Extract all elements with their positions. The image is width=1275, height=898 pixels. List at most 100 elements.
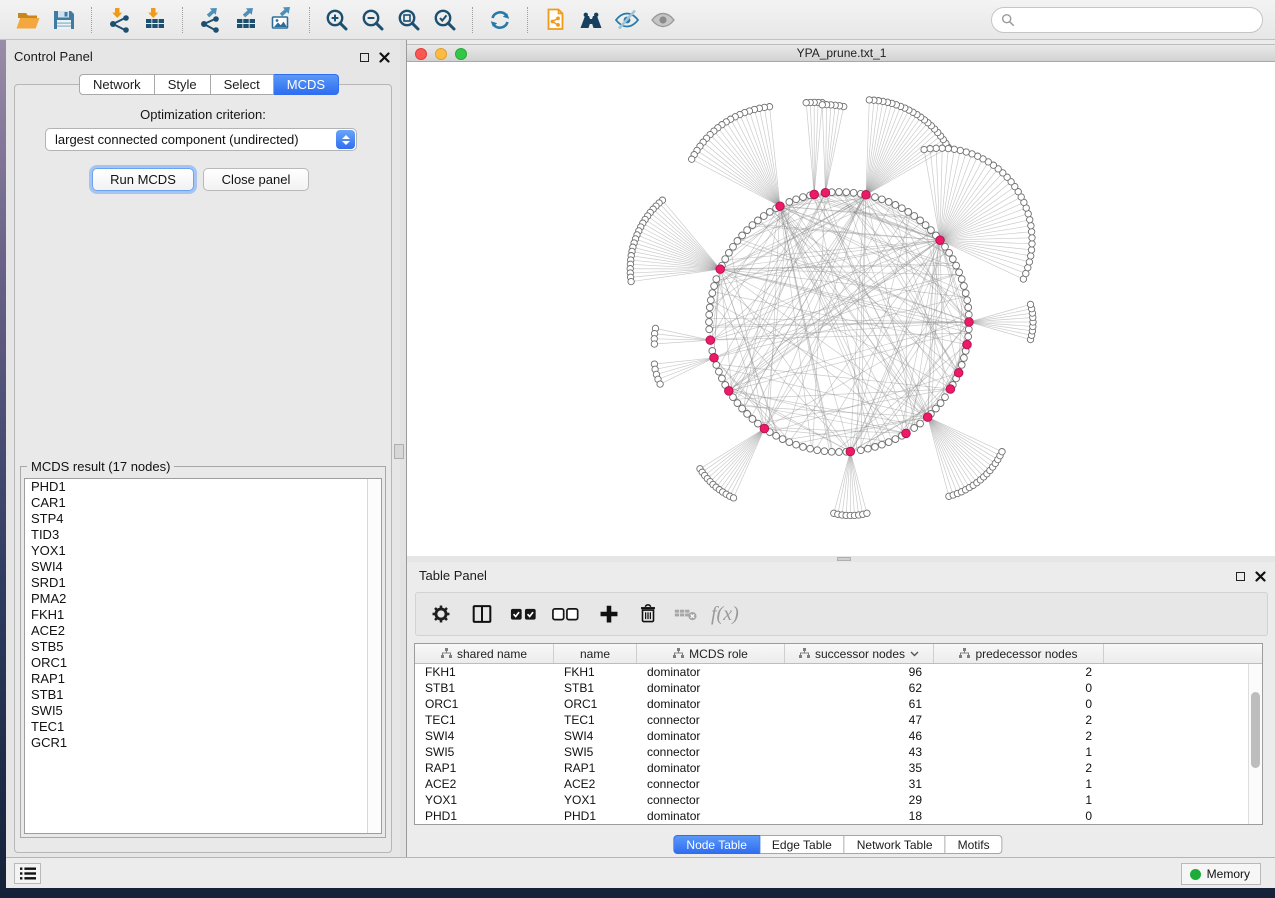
column-header-name[interactable]: name <box>554 644 637 663</box>
result-node-item[interactable]: RAP1 <box>25 671 381 687</box>
table-panel: Table Panel f(x) shared name name MCDS rol… <box>407 562 1275 857</box>
hide-selected-button[interactable] <box>612 5 642 35</box>
search-icon <box>1001 13 1015 27</box>
table-cell: SWI5 <box>554 744 637 760</box>
control-tab-select[interactable]: Select <box>211 74 274 95</box>
control-tab-style[interactable]: Style <box>155 74 211 95</box>
memory-button[interactable]: Memory <box>1181 863 1261 885</box>
control-panel: Control Panel NetworkStyleSelectMCDS Opt… <box>6 40 400 857</box>
result-node-item[interactable]: FKH1 <box>25 607 381 623</box>
delete-columns-button[interactable] <box>637 601 659 627</box>
scrollbar-thumb[interactable] <box>1251 692 1260 768</box>
tab-edge-table[interactable]: Edge Table <box>760 835 845 854</box>
column-header-predecessor-nodes[interactable]: predecessor nodes <box>934 644 1104 663</box>
network-canvas[interactable] <box>407 62 1275 556</box>
table-row[interactable]: SWI4SWI4dominator462 <box>415 728 1262 744</box>
optimization-criterion-dropdown[interactable]: largest connected component (undirected) <box>45 128 357 151</box>
clone-network-button[interactable] <box>540 5 570 35</box>
result-node-item[interactable]: STB1 <box>25 687 381 703</box>
create-column-button[interactable] <box>598 601 620 627</box>
close-panel-button[interactable]: Close panel <box>203 168 309 191</box>
mcds-result-title: MCDS result (17 nodes) <box>27 459 174 474</box>
select-all-rows-button[interactable] <box>510 601 538 627</box>
close-traffic-light-icon[interactable] <box>415 48 427 60</box>
result-node-item[interactable]: PMA2 <box>25 591 381 607</box>
table-row[interactable]: STB1STB1dominator620 <box>415 680 1262 696</box>
maximize-traffic-light-icon[interactable] <box>455 48 467 60</box>
search-input[interactable] <box>1021 12 1253 27</box>
mcds-result-list[interactable]: PHD1CAR1STP4TID3YOX1SWI4SRD1PMA2FKH1ACE2… <box>24 478 382 834</box>
splitter-grip-icon[interactable] <box>394 444 404 459</box>
column-header-successor-nodes[interactable]: successor nodes <box>785 644 934 663</box>
network-graph[interactable] <box>407 62 1275 556</box>
export-network-button[interactable] <box>195 5 225 35</box>
splitter-grip-icon[interactable] <box>837 557 851 561</box>
table-settings-button[interactable] <box>430 601 452 627</box>
result-node-item[interactable]: GCR1 <box>25 735 381 751</box>
table-panel-close-button[interactable] <box>1254 570 1267 583</box>
result-node-item[interactable]: CAR1 <box>25 495 381 511</box>
show-column-panel-button[interactable] <box>470 601 494 627</box>
result-node-item[interactable]: STP4 <box>25 511 381 527</box>
table-row[interactable]: PHD1PHD1dominator180 <box>415 808 1262 824</box>
result-node-item[interactable]: TID3 <box>25 527 381 543</box>
result-node-item[interactable]: PHD1 <box>25 479 381 495</box>
table-row[interactable]: TEC1TEC1connector472 <box>415 712 1262 728</box>
tab-node-table[interactable]: Node Table <box>673 835 760 854</box>
checked-boxes-icon <box>510 606 538 622</box>
table-cell: 1 <box>934 792 1104 808</box>
function-builder-button[interactable]: f(x) <box>711 601 739 627</box>
zoom-out-button[interactable] <box>358 5 388 35</box>
result-node-item[interactable]: ACE2 <box>25 623 381 639</box>
result-node-item[interactable]: ORC1 <box>25 655 381 671</box>
result-node-item[interactable]: SWI4 <box>25 559 381 575</box>
table-row[interactable]: YOX1YOX1connector291 <box>415 792 1262 808</box>
show-all-button[interactable] <box>648 5 678 35</box>
run-mcds-button[interactable]: Run MCDS <box>92 168 194 191</box>
table-row[interactable]: ACE2ACE2connector311 <box>415 776 1262 792</box>
delete-table-button[interactable] <box>674 601 698 627</box>
control-panel-float-button[interactable] <box>358 51 371 64</box>
table-panel-title: Table Panel <box>419 568 487 583</box>
tab-motifs[interactable]: Motifs <box>946 835 1003 854</box>
table-row[interactable]: RAP1RAP1dominator352 <box>415 760 1262 776</box>
table-row[interactable]: SWI5SWI5connector431 <box>415 744 1262 760</box>
result-list-scrollbar[interactable] <box>367 479 381 833</box>
table-cell: FKH1 <box>554 664 637 680</box>
export-image-button[interactable] <box>267 5 297 35</box>
column-header-MCDS-role[interactable]: MCDS role <box>637 644 785 663</box>
table-panel-float-button[interactable] <box>1234 570 1247 583</box>
export-table-button[interactable] <box>231 5 261 35</box>
result-node-item[interactable]: SRD1 <box>25 575 381 591</box>
table-cell: SWI5 <box>415 744 554 760</box>
control-tab-network[interactable]: Network <box>79 74 155 95</box>
column-label: name <box>580 647 610 661</box>
tab-network-table[interactable]: Network Table <box>845 835 946 854</box>
result-node-item[interactable]: YOX1 <box>25 543 381 559</box>
import-network-button[interactable] <box>104 5 134 35</box>
deselect-all-rows-button[interactable] <box>552 601 580 627</box>
open-folder-icon <box>15 7 41 33</box>
table-scrollbar[interactable] <box>1248 664 1262 824</box>
node-table[interactable]: shared name name MCDS rolesuccessor nodesp… <box>414 643 1263 825</box>
task-history-button[interactable] <box>14 863 41 884</box>
first-neighbors-button[interactable] <box>576 5 606 35</box>
result-node-item[interactable]: SWI5 <box>25 703 381 719</box>
result-node-item[interactable]: STB5 <box>25 639 381 655</box>
save-session-button[interactable] <box>49 5 79 35</box>
zoom-fit-button[interactable] <box>394 5 424 35</box>
import-table-button[interactable] <box>140 5 170 35</box>
table-toolbar: f(x) <box>415 592 1268 636</box>
minimize-traffic-light-icon[interactable] <box>435 48 447 60</box>
control-panel-close-button[interactable] <box>378 51 391 64</box>
zoom-in-button[interactable] <box>322 5 352 35</box>
refresh-layout-button[interactable] <box>485 5 515 35</box>
column-header-shared-name[interactable]: shared name <box>415 644 554 663</box>
control-tab-mcds[interactable]: MCDS <box>274 74 339 95</box>
table-row[interactable]: ORC1ORC1dominator610 <box>415 696 1262 712</box>
status-bar: Memory <box>6 857 1275 888</box>
zoom-selected-button[interactable] <box>430 5 460 35</box>
table-row[interactable]: FKH1FKH1dominator962 <box>415 664 1262 680</box>
result-node-item[interactable]: TEC1 <box>25 719 381 735</box>
open-file-button[interactable] <box>13 5 43 35</box>
